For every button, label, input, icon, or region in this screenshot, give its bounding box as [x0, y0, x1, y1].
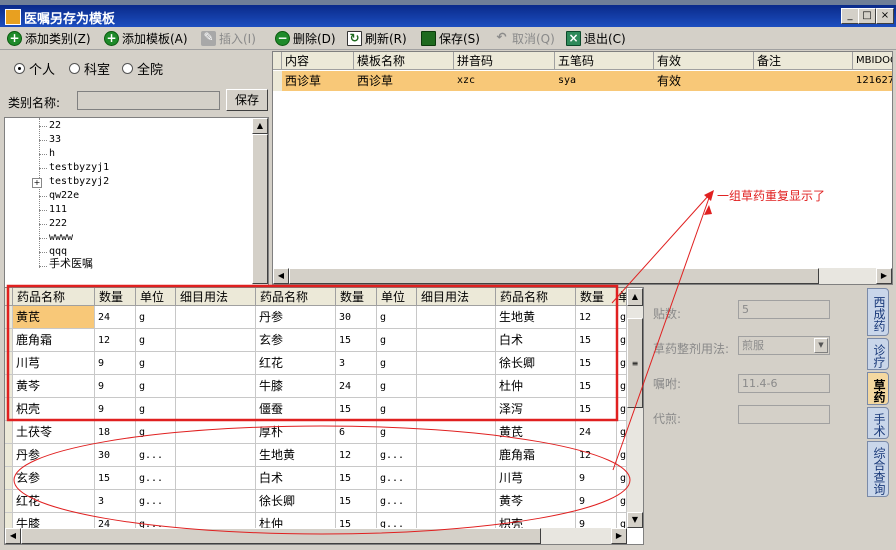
highlight-ellipse [13, 425, 631, 535]
annotation-text: 一组草药重复显示了 [717, 189, 826, 203]
annotation-arrow-line [611, 194, 710, 304]
annotation-overlay [6, 190, 714, 535]
highlight-box [6, 284, 619, 422]
annotation-arrow-line [612, 197, 710, 471]
